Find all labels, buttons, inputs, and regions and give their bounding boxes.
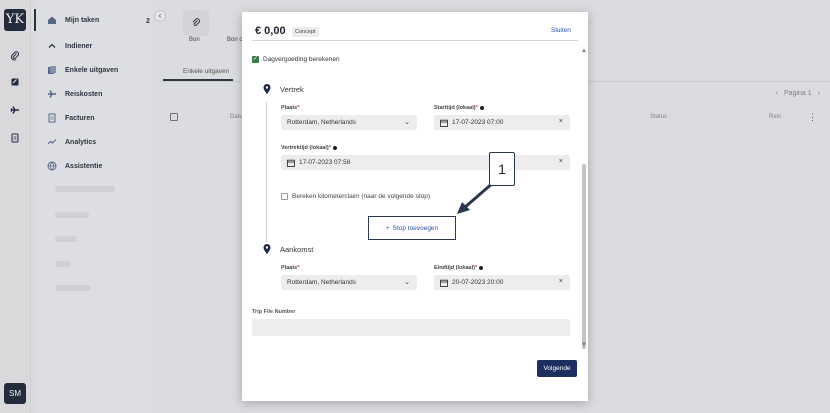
end-time-input[interactable]: 20-07-2023 20:00 × — [434, 275, 570, 290]
next-button[interactable]: Volgende — [537, 360, 577, 377]
add-stop-button[interactable]: + Stop toevoegen — [368, 216, 456, 240]
chevron-down-icon: ⌄ — [404, 279, 410, 286]
end-time-value: 20-07-2023 20:00 — [452, 279, 504, 286]
trip-file-label: Trip File Number — [252, 309, 296, 315]
end-time-label-text: Eindtijd (lokaal) — [434, 265, 475, 271]
departure-title: Vertrek — [280, 85, 304, 94]
required-marker: * — [328, 145, 331, 151]
start-time-input[interactable]: 17-07-2023 07:00 × — [434, 115, 570, 130]
calendar-icon — [440, 279, 448, 287]
required-marker: * — [474, 265, 478, 271]
close-button[interactable]: Sluiten — [551, 27, 571, 34]
start-time-label: Starttijd (lokaal)* — [434, 105, 484, 111]
info-icon[interactable] — [479, 265, 484, 270]
km-claim-label: Bereken kilometerclaim (naar de volgende… — [292, 193, 431, 200]
depart-time-label: Vertrektijd (lokaal)* — [281, 145, 337, 151]
trip-modal: € 0,00 Concept Sluiten ▲ ▼ ✓ Dagvergoedi… — [242, 12, 588, 401]
modal-amount: € 0,00 — [255, 25, 286, 37]
departure-place-label-text: Plaats — [281, 105, 298, 111]
info-icon[interactable] — [479, 105, 484, 110]
calendar-icon — [287, 159, 295, 167]
depart-time-label-text: Vertrektijd (lokaal) — [281, 145, 329, 151]
header-divider — [252, 40, 578, 41]
allowance-label: Dagvergoeding berekenen — [263, 56, 340, 63]
required-marker: * — [475, 105, 478, 111]
status-badge: Concept — [292, 27, 319, 37]
clear-icon[interactable]: × — [559, 278, 563, 285]
arrival-place-select[interactable]: Rotterdam, Netherlands ⌄ — [281, 275, 417, 290]
arrival-place-label: Plaats* — [281, 265, 299, 271]
required-marker: * — [297, 105, 300, 111]
allowance-checkbox[interactable]: ✓ — [252, 56, 259, 63]
calendar-icon — [440, 119, 448, 127]
location-pin-icon — [263, 84, 271, 94]
plus-icon: + — [385, 224, 390, 232]
route-timeline — [266, 102, 267, 242]
depart-time-input[interactable]: 17-07-2023 07:58 × — [281, 155, 570, 170]
arrival-place-label-text: Plaats — [281, 265, 298, 271]
departure-place-value: Rotterdam, Netherlands — [287, 119, 357, 126]
scrollbar-thumb[interactable] — [582, 164, 586, 349]
clear-icon[interactable]: × — [559, 158, 563, 165]
start-time-value: 17-07-2023 07:00 — [452, 119, 504, 126]
departure-place-label: Plaats* — [281, 105, 299, 111]
scroll-up-icon[interactable]: ▲ — [581, 48, 587, 54]
depart-time-value: 17-07-2023 07:58 — [299, 159, 351, 166]
end-time-label: Eindtijd (lokaal)* — [434, 265, 484, 271]
arrival-title: Aankomst — [280, 245, 314, 254]
start-time-label-text: Starttijd (lokaal) — [434, 105, 476, 111]
clear-icon[interactable]: × — [559, 118, 563, 125]
add-stop-label: Stop toevoegen — [392, 224, 439, 232]
chevron-down-icon: ⌄ — [404, 119, 410, 126]
required-marker: * — [297, 265, 300, 271]
app: YK SM Mijn taken Indiener Enkele uitgave… — [0, 0, 830, 413]
callout-number: 1 — [489, 152, 515, 186]
location-pin-icon — [263, 244, 271, 254]
trip-file-input[interactable] — [252, 319, 570, 336]
km-claim-checkbox[interactable] — [281, 193, 288, 200]
arrival-place-value: Rotterdam, Netherlands — [287, 279, 357, 286]
info-icon[interactable] — [332, 145, 337, 150]
departure-place-select[interactable]: Rotterdam, Netherlands ⌄ — [281, 115, 417, 130]
scroll-down-icon[interactable]: ▼ — [581, 342, 587, 348]
